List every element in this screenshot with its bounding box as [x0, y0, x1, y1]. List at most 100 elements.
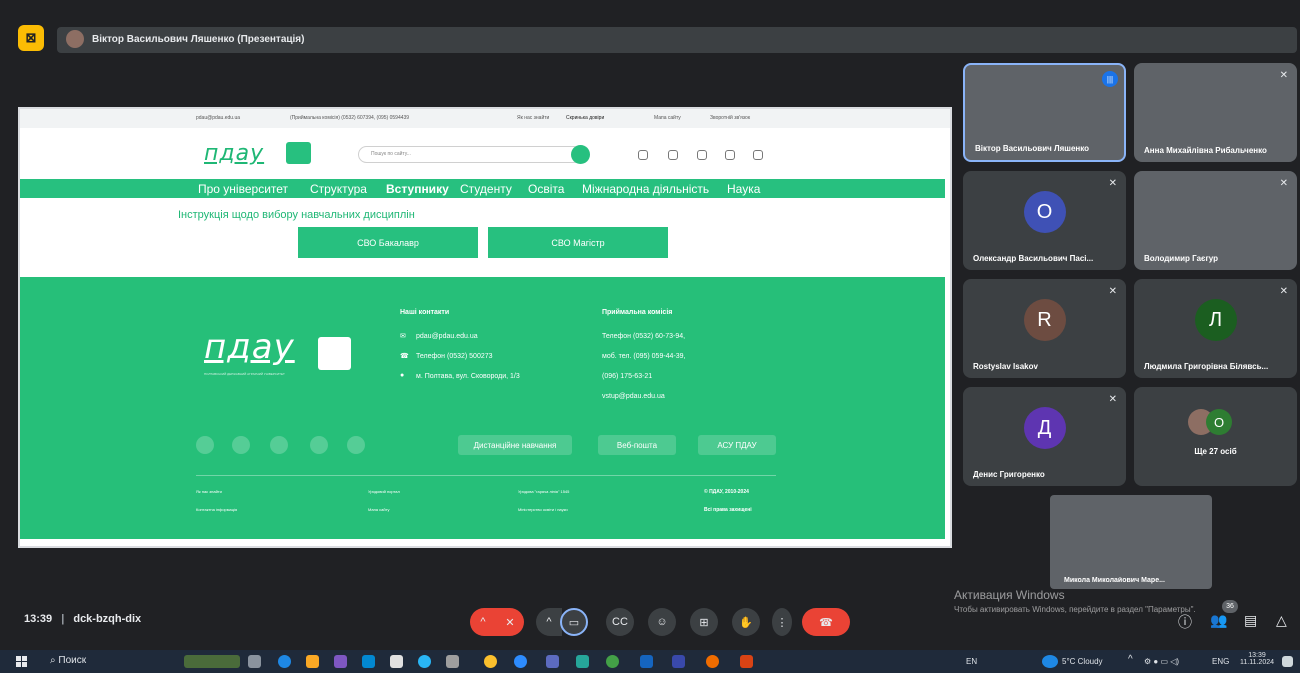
participant-tile[interactable]: ✕ Л Людмила Григорівна Білявсь... [1134, 279, 1297, 378]
participant-tile[interactable]: ✕ О Олександр Васильович Пасі... [963, 171, 1126, 270]
site-link[interactable]: Як нас знайти [517, 115, 549, 121]
nav-item[interactable]: Вступнику [386, 182, 449, 196]
info-icon[interactable]: ⓘ [1178, 612, 1192, 632]
footer-link[interactable]: Як нас знайти [196, 489, 222, 494]
master-button[interactable]: СВО Магістр [488, 227, 668, 258]
tray-icons[interactable]: ⚙ ● ▭ ◁) [1144, 657, 1179, 666]
presentation-icon[interactable]: ⊠ [18, 25, 44, 51]
participant-name: Анна Михайлівна Рибальченко [1144, 146, 1267, 155]
search-icon[interactable] [571, 145, 590, 164]
footer-link[interactable]: Урядовий портал [368, 489, 400, 494]
app-icon[interactable] [334, 655, 347, 668]
social-icon[interactable] [638, 150, 648, 160]
app-icon[interactable] [446, 655, 459, 668]
activities-icon[interactable]: △ [1276, 612, 1287, 629]
weather-text[interactable]: 5°C Cloudy [1062, 657, 1103, 666]
site-email[interactable]: pdau@pdau.edu.ua [196, 115, 240, 121]
participant-tile[interactable]: ||| Віктор Васильович Ляшенко [963, 63, 1126, 162]
windows-start-icon[interactable] [16, 656, 27, 667]
footer-contact[interactable]: pdau@pdau.edu.ua [416, 333, 478, 340]
taskbar-clock[interactable]: 13:39 11.11.2024 [1240, 652, 1274, 666]
mic-options-button[interactable]: ^ [470, 608, 496, 636]
site-link[interactable]: Мапа сайту [654, 115, 681, 121]
camera-icon[interactable]: ▭ [560, 608, 588, 636]
outlook-icon[interactable] [362, 655, 375, 668]
participant-tile[interactable]: ✕ R Rostyslav Isakov [963, 279, 1126, 378]
captions-icon[interactable]: CC [606, 608, 634, 636]
edge-icon[interactable] [278, 655, 291, 668]
mic-off-icon: ✕ [1108, 286, 1117, 297]
site-search-input[interactable]: Пошук по сайту... [358, 146, 582, 163]
raise-hand-icon[interactable]: ✋ [732, 608, 760, 636]
present-icon[interactable]: ⊞ [690, 608, 718, 636]
tray-chevron-icon[interactable]: ^ [1128, 654, 1133, 665]
nav-item[interactable]: Про університет [198, 182, 288, 196]
shared-screen: pdau@pdau.edu.ua (Приймальна комісія) (0… [18, 107, 952, 548]
app-icon[interactable] [390, 655, 403, 668]
admission-line: (096) 175-63-21 [602, 373, 653, 380]
emoji-icon[interactable]: ☺ [648, 608, 676, 636]
nav-item[interactable]: Студенту [460, 182, 512, 196]
file-explorer-icon[interactable] [306, 655, 319, 668]
word-icon[interactable] [640, 655, 653, 668]
app-icon[interactable] [706, 655, 719, 668]
facebook-icon[interactable] [697, 150, 707, 160]
powerpoint-icon[interactable] [740, 655, 753, 668]
participant-tile[interactable]: ✕ Володимир Гаєгур [1134, 171, 1297, 270]
footer-link[interactable]: Урядова "гаряча лінія" 1545 [518, 489, 569, 494]
app-icon[interactable] [672, 655, 685, 668]
more-participants-tile[interactable]: О Ще 27 осіб [1134, 387, 1297, 486]
zoom-icon[interactable] [514, 655, 527, 668]
contacts-title: Наші контакти [400, 309, 450, 316]
admission-line: Телефон (0532) 60-73-94, [602, 333, 686, 340]
camera-options-button[interactable]: ^ [536, 608, 562, 636]
meeting-code[interactable]: dck-bzqh-dix [73, 613, 141, 625]
self-view-tile[interactable]: Микола Миколайович Маре... [1050, 495, 1212, 589]
task-view-icon[interactable] [248, 655, 261, 668]
keyboard-language[interactable]: ENG [1212, 657, 1229, 666]
leave-call-button[interactable]: ☎ [802, 608, 850, 636]
participant-tile[interactable]: ✕ Анна Михайлівна Рибальченко [1134, 63, 1297, 162]
youtube-icon[interactable] [310, 436, 328, 454]
telegram-icon[interactable] [753, 150, 763, 160]
youtube-icon[interactable] [725, 150, 735, 160]
app-icon[interactable] [606, 655, 619, 668]
more-options-icon[interactable]: ⋮ [772, 608, 792, 636]
footer-link[interactable]: Контактна інформація [196, 507, 237, 512]
taskbar-search[interactable]: ⌕ Поиск [50, 655, 86, 666]
logo-leaf-icon [286, 142, 311, 164]
telegram-icon[interactable] [418, 655, 431, 668]
landscape-widget-icon[interactable] [184, 655, 240, 668]
nav-item[interactable]: Структура [310, 182, 367, 196]
notifications-icon[interactable] [1282, 656, 1293, 667]
input-language[interactable]: EN [966, 657, 977, 666]
nav-item[interactable]: Міжнародна діяльність [582, 182, 709, 196]
footer-link[interactable]: Міністерство освіти і науки [518, 507, 568, 512]
webmail-button[interactable]: Веб-пошта [598, 435, 676, 455]
app-icon[interactable] [576, 655, 589, 668]
site-link[interactable]: Зворотній зв'язок [710, 115, 750, 121]
asu-button[interactable]: АСУ ПДАУ [698, 435, 776, 455]
weather-icon[interactable] [1042, 655, 1058, 668]
nav-item[interactable]: Освіта [528, 182, 564, 196]
admission-title: Приймальна комісія [602, 309, 673, 316]
participant-tile[interactable]: ✕ Д Денис Григоренко [963, 387, 1126, 486]
copyright: Всі права захищені [704, 507, 752, 513]
bachelor-button[interactable]: СВО Бакалавр [298, 227, 478, 258]
facebook-icon[interactable] [270, 436, 288, 454]
instagram-icon[interactable] [668, 150, 678, 160]
social-icon[interactable] [196, 436, 214, 454]
chat-icon[interactable]: ▤ [1244, 612, 1257, 629]
nav-item[interactable]: Наука [727, 182, 760, 196]
footer-link[interactable]: Мапа сайту [368, 507, 389, 512]
distance-learning-button[interactable]: Дистанційне навчання [458, 435, 572, 455]
chrome-icon[interactable] [484, 655, 497, 668]
telegram-icon[interactable] [347, 436, 365, 454]
site-logo[interactable]: пдау [204, 141, 264, 166]
teams-icon[interactable] [546, 655, 559, 668]
admission-line[interactable]: vstup@pdau.edu.ua [602, 393, 665, 400]
instagram-icon[interactable] [232, 436, 250, 454]
mic-off-icon[interactable]: ✕ [496, 608, 524, 636]
people-icon[interactable]: 👥 [1210, 612, 1227, 629]
site-link[interactable]: Скринька довіри [566, 115, 604, 121]
